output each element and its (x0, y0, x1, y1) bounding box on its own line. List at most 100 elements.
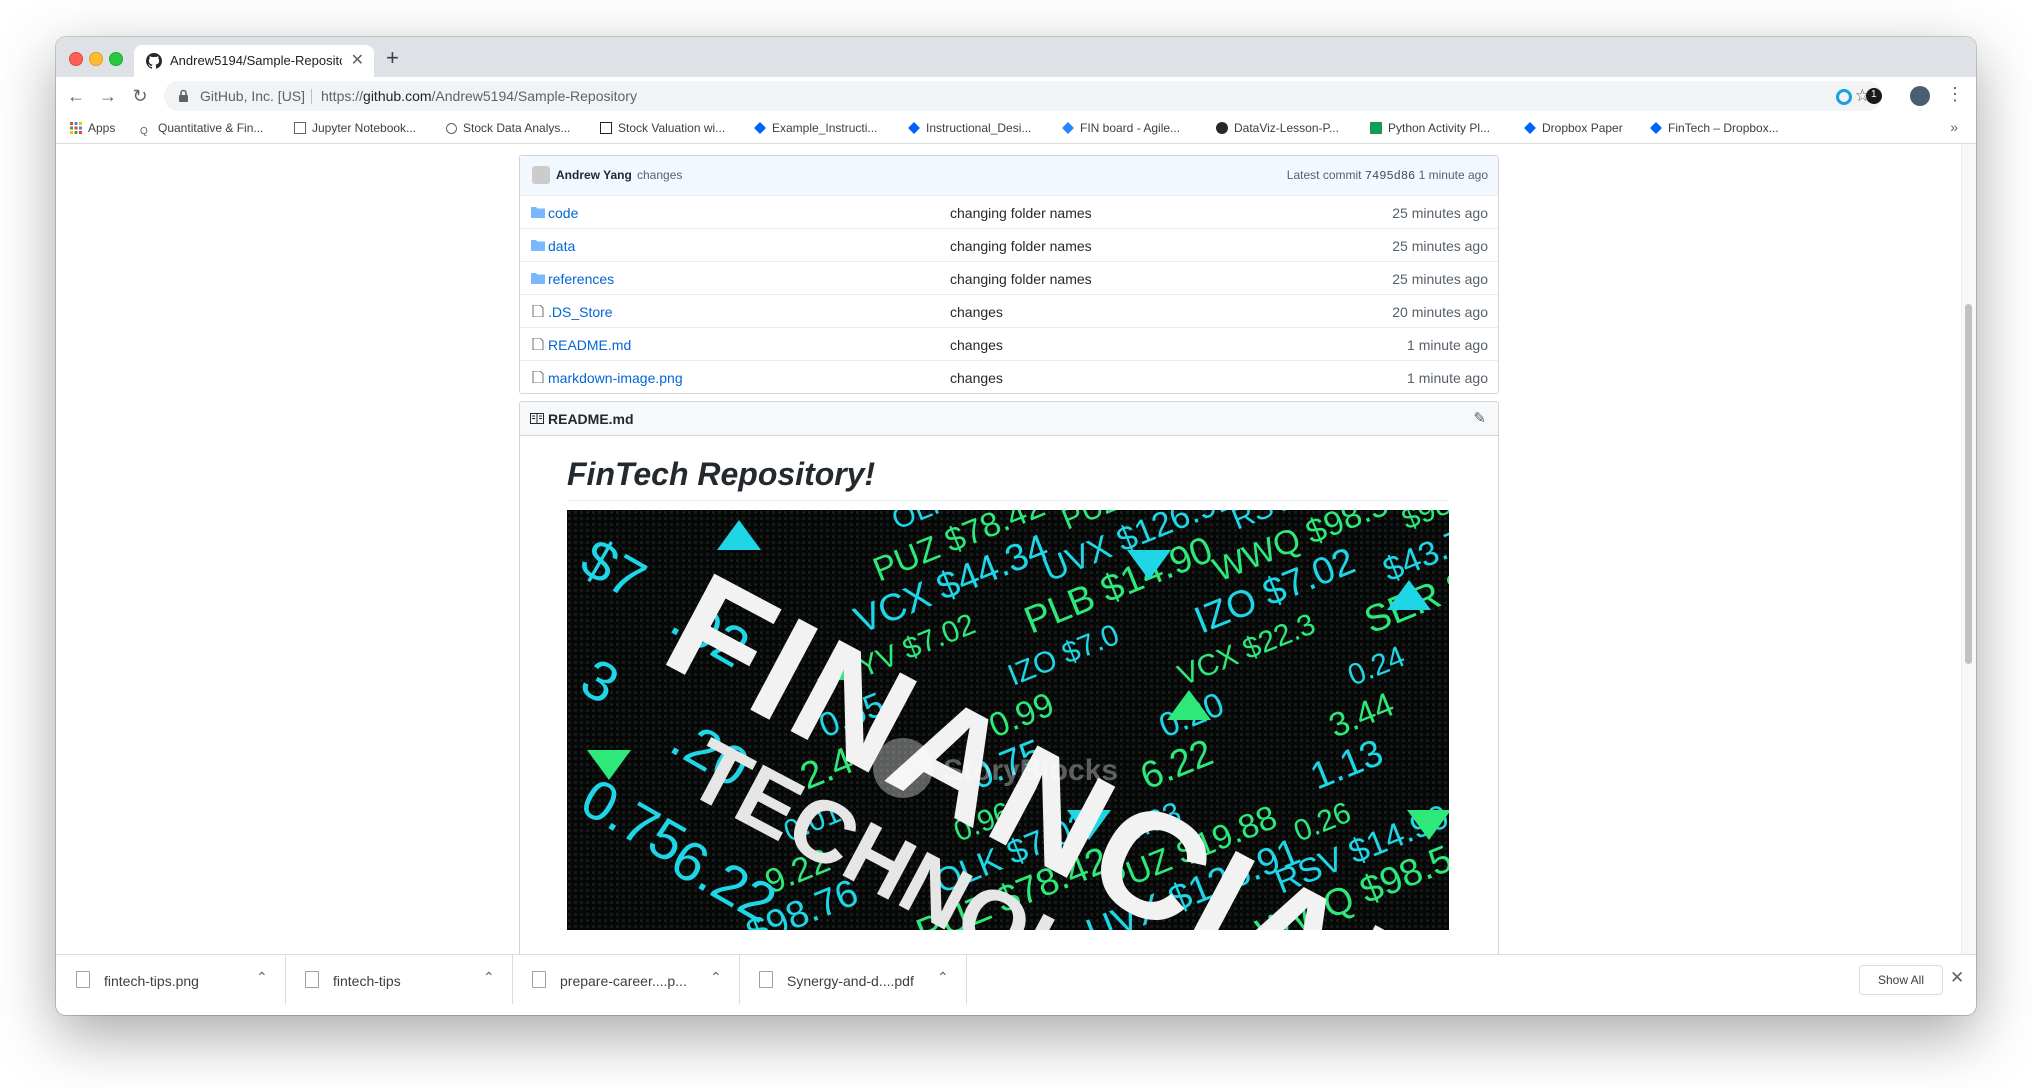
file-link[interactable]: data (548, 238, 575, 254)
show-all-button[interactable]: Show All (1859, 965, 1943, 995)
file-age: 20 minutes ago (1392, 304, 1488, 320)
reload-icon[interactable]: ↻ (128, 84, 152, 108)
bookmark-item[interactable]: Jupyter Notebook... (294, 121, 416, 135)
file-link[interactable]: code (548, 205, 578, 221)
commit-message-link[interactable]: changing folder names (950, 238, 1092, 254)
folder-icon (531, 273, 545, 284)
chevron-up-icon[interactable]: ⌃ (710, 969, 722, 986)
minimize-window-button[interactable] (89, 52, 103, 66)
watermark-logo (873, 738, 933, 798)
commit-message-link[interactable]: changes (950, 370, 1003, 386)
download-item[interactable]: prepare-career....p... ⌃ (512, 955, 740, 1004)
lock-icon (179, 89, 188, 102)
bookmark-item[interactable]: Instructional_Desi... (908, 121, 1031, 135)
jupyter-icon (294, 122, 306, 134)
address-bar[interactable]: GitHub, Inc. [US] https://github.com/And… (164, 81, 1882, 111)
pdf-file-icon (759, 971, 773, 988)
tab-strip: Andrew5194/Sample-Repository ✕ + (56, 37, 1976, 77)
url-text[interactable]: https://github.com/Andrew5194/Sample-Rep… (321, 88, 637, 104)
github-icon (146, 53, 162, 69)
extension-circle-icon[interactable] (1836, 89, 1852, 105)
tab-close-icon[interactable]: ✕ (351, 50, 364, 70)
toolbar: ← → ↻ GitHub, Inc. [US] https://github.c… (56, 77, 1976, 115)
watermark-text: StoryBlocks (943, 754, 1118, 787)
fintech-ticker-image: OLK $7.02PUZ $19.88RSV $14.90$98.76PUZ $… (567, 510, 1449, 930)
file-icon (532, 371, 544, 383)
download-item[interactable]: fintech-tips.png ⌃ (56, 955, 286, 1004)
table-row: README.md changes 1 minute ago (520, 327, 1498, 361)
avatar[interactable] (1910, 86, 1930, 106)
commit-author[interactable]: Andrew Yang (556, 168, 632, 182)
close-window-button[interactable] (69, 52, 83, 66)
bookmark-item[interactable]: FIN board - Agile... (1062, 121, 1180, 135)
folder-icon (531, 240, 545, 251)
sheets-icon (1370, 122, 1382, 134)
browser-tab[interactable]: Andrew5194/Sample-Repository ✕ (134, 45, 374, 77)
download-item[interactable]: fintech-tips ⌃ (285, 955, 513, 1004)
new-tab-icon[interactable]: + (386, 45, 399, 71)
chevron-up-icon[interactable]: ⌃ (483, 969, 495, 986)
qf-icon: Q (140, 126, 148, 137)
readme-heading: FinTech Repository! (567, 456, 1447, 501)
chevron-up-icon[interactable]: ⌃ (256, 969, 268, 986)
readme-header: README.md ✎ (520, 402, 1498, 436)
latest-commit-bar: Andrew Yang changes Latest commit 7495d8… (520, 156, 1498, 196)
bookmark-item[interactable]: DataViz-Lesson-P... (1216, 121, 1339, 135)
back-arrow-icon[interactable]: ← (64, 84, 88, 108)
github-icon (1216, 122, 1228, 134)
image-file-icon (76, 971, 90, 988)
downloads-shelf: fintech-tips.png ⌃ fintech-tips ⌃ prepar… (56, 954, 1976, 1015)
bookmark-item[interactable]: Example_Instructi... (754, 121, 877, 135)
file-icon (305, 971, 319, 988)
avatar[interactable] (532, 166, 550, 184)
file-age: 25 minutes ago (1392, 271, 1488, 287)
commit-message-link[interactable]: changing folder names (950, 271, 1092, 287)
page-content: Andrew Yang changes Latest commit 7495d8… (56, 144, 1976, 954)
table-row: references changing folder names 25 minu… (520, 261, 1498, 295)
readme-panel: README.md ✎ FinTech Repository! OLK $7.0… (519, 401, 1499, 954)
chevron-up-icon[interactable]: ⌃ (937, 969, 949, 986)
file-icon (532, 305, 544, 317)
file-link[interactable]: references (548, 271, 614, 287)
table-row: .DS_Store changes 20 minutes ago (520, 294, 1498, 328)
commit-sha[interactable]: 7495d86 (1365, 169, 1415, 183)
table-row: code changing folder names 25 minutes ag… (520, 195, 1498, 229)
certificate-label[interactable]: GitHub, Inc. [US] (200, 88, 305, 104)
forward-arrow-icon[interactable]: → (96, 84, 120, 108)
download-filename: Synergy-and-d....pdf (787, 973, 914, 989)
more-menu-icon[interactable]: ⋮ (1946, 84, 1964, 105)
commit-message[interactable]: changes (637, 168, 682, 182)
commit-message-link[interactable]: changes (950, 304, 1003, 320)
download-filename: fintech-tips (333, 973, 401, 989)
bookmark-item[interactable]: Stock Data Analys... (446, 121, 570, 135)
bookmark-item[interactable]: Apps (70, 121, 115, 135)
maximize-window-button[interactable] (109, 52, 123, 66)
file-age: 25 minutes ago (1392, 205, 1488, 221)
file-age: 1 minute ago (1407, 337, 1488, 353)
download-item[interactable]: Synergy-and-d....pdf ⌃ (739, 955, 967, 1004)
page-icon (600, 122, 612, 134)
commit-message-link[interactable]: changes (950, 337, 1003, 353)
jira-icon (1062, 122, 1074, 134)
book-icon (530, 413, 544, 424)
file-age: 1 minute ago (1407, 370, 1488, 386)
bookmarks-overflow-icon[interactable]: » (1950, 119, 1958, 135)
apps-grid-icon (70, 122, 82, 134)
page-scrollbar[interactable] (1961, 144, 1976, 954)
bookmark-item[interactable]: Stock Valuation wi... (600, 121, 725, 135)
tab-title: Andrew5194/Sample-Repository (170, 53, 342, 68)
file-link[interactable]: markdown-image.png (548, 370, 683, 386)
bookmark-item[interactable]: FinTech – Dropbox... (1650, 121, 1779, 135)
edit-pencil-icon[interactable]: ✎ (1473, 409, 1486, 427)
bookmark-item[interactable]: Dropbox Paper (1524, 121, 1623, 135)
bookmark-item[interactable]: Q Quantitative & Fin... (140, 121, 263, 138)
browser-window: Andrew5194/Sample-Repository ✕ + ← → ↻ G… (56, 37, 1976, 1015)
scrollbar-thumb[interactable] (1965, 304, 1972, 664)
file-link[interactable]: README.md (548, 337, 631, 353)
bookmarks-bar: Apps Q Quantitative & Fin... Jupyter Note… (56, 115, 1976, 144)
commit-message-link[interactable]: changing folder names (950, 205, 1092, 221)
file-link[interactable]: .DS_Store (548, 304, 613, 320)
bookmark-item[interactable]: Python Activity Pl... (1370, 121, 1490, 135)
extension-badge-icon[interactable] (1866, 88, 1882, 104)
close-icon[interactable]: ✕ (1950, 968, 1964, 988)
